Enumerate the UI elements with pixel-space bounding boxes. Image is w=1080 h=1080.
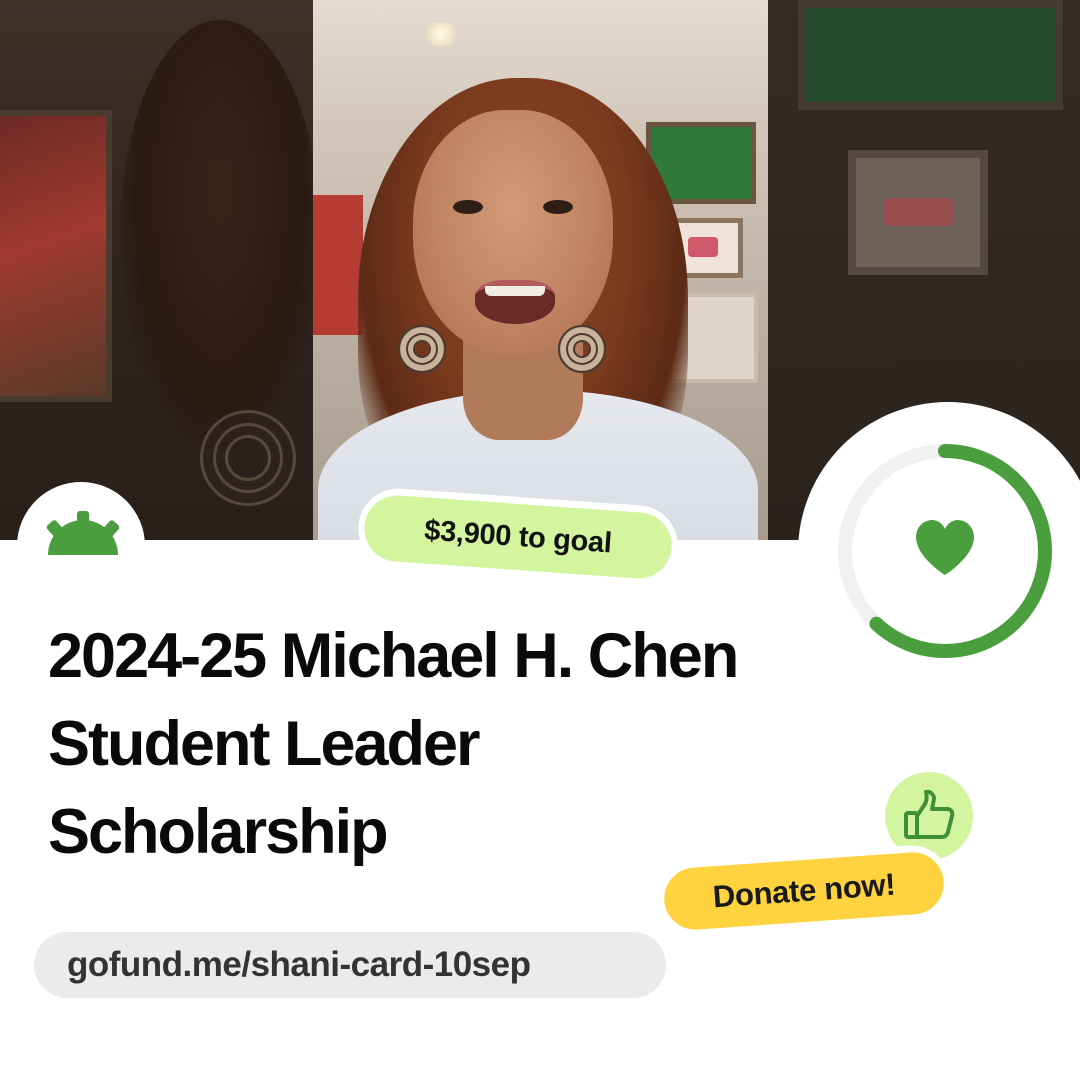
wall-art-red (313, 195, 363, 335)
gofundme-sunrise-logo-icon (46, 511, 120, 555)
donate-now-label: Donate now! (662, 850, 946, 932)
ceiling-light (423, 22, 459, 46)
progress-ring (838, 444, 1052, 658)
goal-remaining-text: $3,900 to goal (362, 493, 674, 581)
heart-icon (916, 520, 974, 575)
organizer-video-frame (313, 0, 768, 540)
thumbs-up-icon (904, 789, 955, 839)
earring-right (558, 325, 606, 373)
blurred-background-left (0, 0, 320, 540)
person-face (413, 110, 613, 355)
campaign-link[interactable]: gofund.me/shani-card-10sep (34, 932, 666, 998)
earring-left (398, 325, 446, 373)
campaign-title: 2024-25 Michael H. Chen Student Leader S… (48, 621, 739, 867)
